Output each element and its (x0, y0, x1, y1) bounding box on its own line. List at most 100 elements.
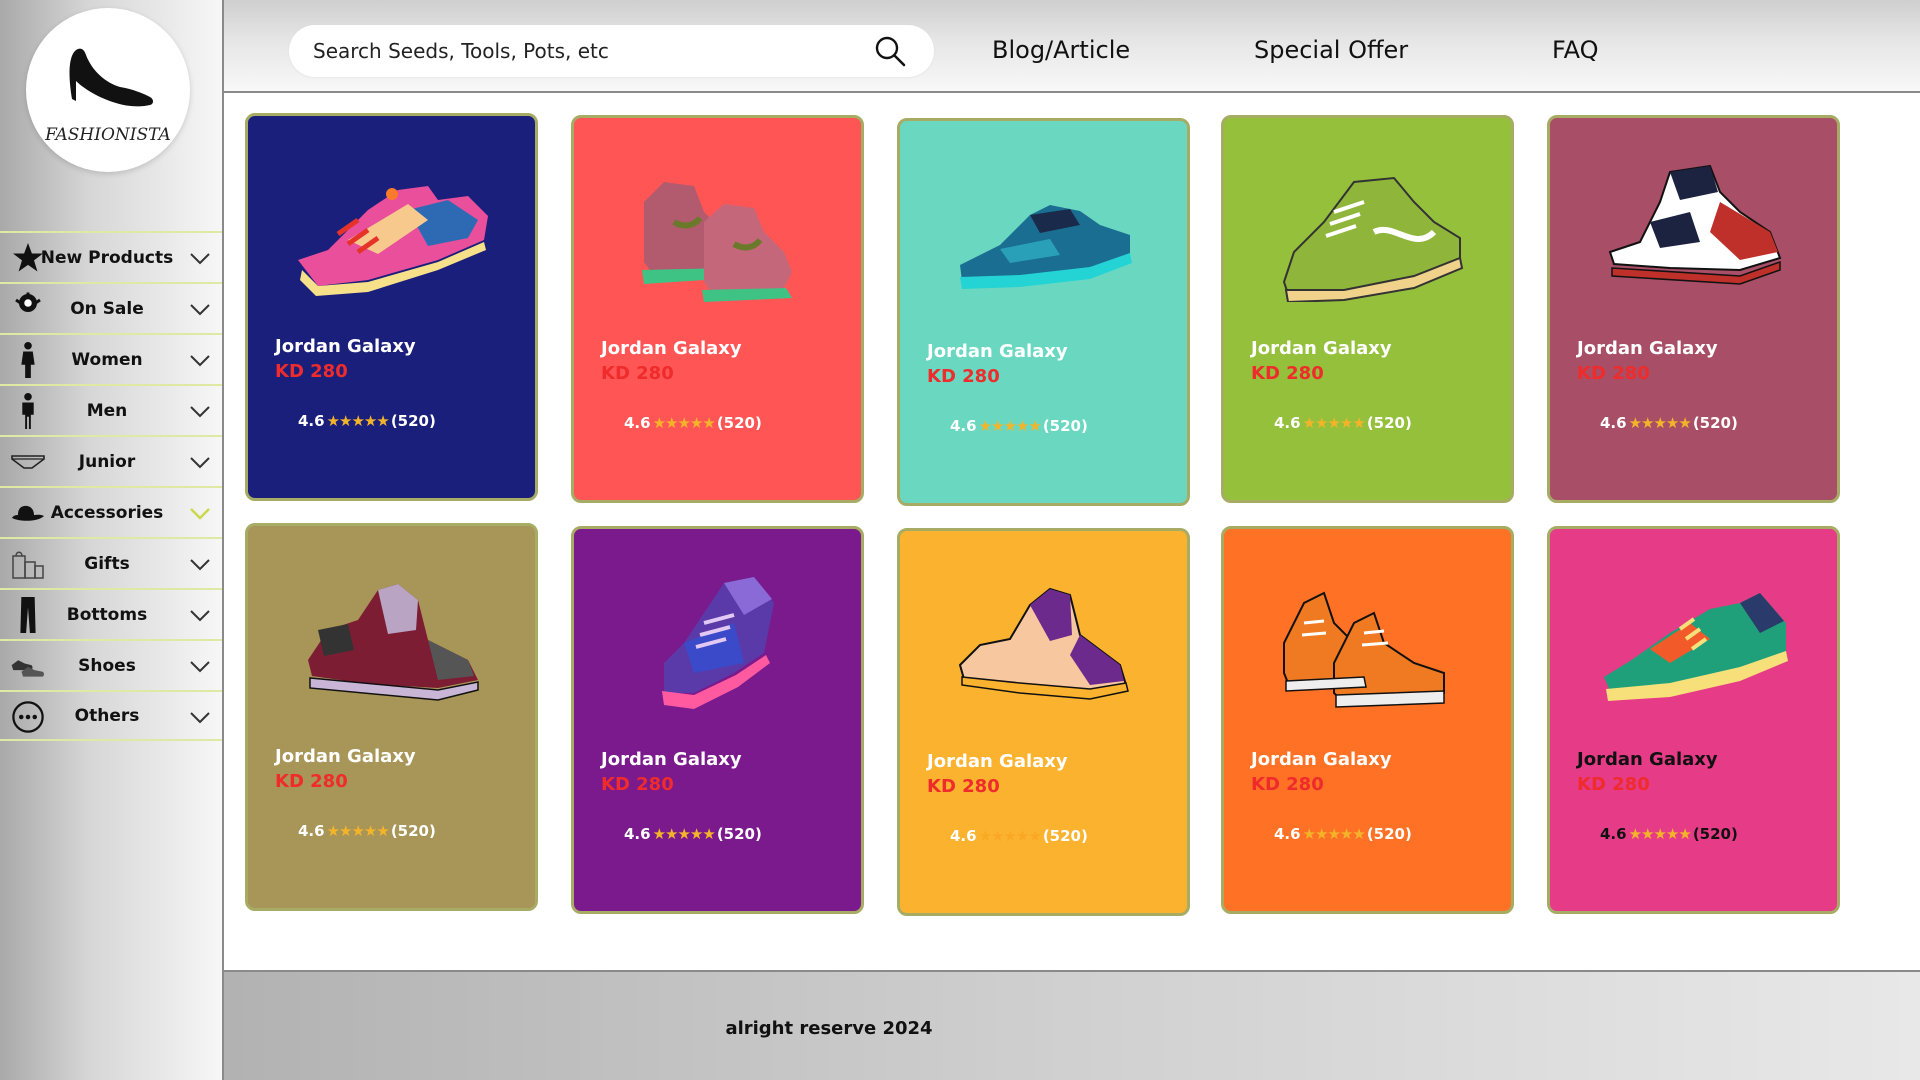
rating-value: 4.6 (298, 822, 325, 840)
sidebar-item-gifts[interactable]: Gifts (0, 537, 222, 588)
product-name: Jordan Galaxy (927, 341, 1068, 362)
product-price: KD 280 (275, 771, 348, 792)
sidebar-item-bottoms[interactable]: Bottoms (0, 588, 222, 639)
nav-special-offer[interactable]: Special Offer (1254, 38, 1408, 62)
brand-name: FASHIONISTA (45, 125, 171, 145)
sidebar-item-label: Junior (78, 451, 136, 472)
product-name: Jordan Galaxy (601, 749, 742, 770)
product-name: Jordan Galaxy (1251, 338, 1392, 359)
rating-value: 4.6 (298, 412, 325, 430)
shoe-image (288, 560, 498, 710)
sidebar-item-new-products[interactable]: New Products (0, 231, 222, 282)
chevron-down-icon[interactable] (188, 349, 212, 371)
sidebar-item-accessories[interactable]: Accessories (0, 486, 222, 537)
product-name: Jordan Galaxy (1577, 338, 1718, 359)
review-count: (520) (716, 825, 762, 843)
sidebar-item-men[interactable]: Men (0, 384, 222, 435)
product-price: KD 280 (1577, 363, 1650, 384)
chevron-down-icon[interactable] (188, 655, 212, 677)
product-price: KD 280 (1577, 774, 1650, 795)
product-card[interactable]: Jordan Galaxy KD 280 4.6 ★★★★★ (520) (571, 115, 864, 503)
sidebar: FASHIONISTA New Products On Sale Women M… (0, 0, 224, 1080)
product-name: Jordan Galaxy (601, 338, 742, 359)
sidebar-item-on-sale[interactable]: On Sale (0, 282, 222, 333)
shoe-image (1264, 563, 1474, 713)
product-price: KD 280 (601, 363, 674, 384)
shoe-image (940, 565, 1150, 715)
chevron-down-icon[interactable] (188, 502, 212, 524)
review-count: (520) (390, 822, 436, 840)
product-rating: 4.6 ★★★★★ (520) (624, 825, 762, 843)
star-rating-icon: ★★★★★ (1628, 825, 1692, 843)
product-card[interactable]: Jordan Galaxy KD 280 4.6 ★★★★★ (520) (245, 113, 538, 501)
chevron-down-icon[interactable] (188, 451, 212, 473)
search-bar[interactable] (289, 25, 934, 77)
chevron-down-icon[interactable] (188, 553, 212, 575)
product-card[interactable]: Jordan Galaxy KD 280 4.6 ★★★★★ (520) (1547, 115, 1840, 503)
rating-value: 4.6 (1274, 414, 1301, 432)
shoe-image (288, 150, 498, 300)
product-card[interactable]: Jordan Galaxy KD 280 4.6 ★★★★★ (520) (1547, 526, 1840, 914)
product-card[interactable]: Jordan Galaxy KD 280 4.6 ★★★★★ (520) (1221, 526, 1514, 914)
shoe-image (614, 152, 824, 302)
brand-logo[interactable]: FASHIONISTA (26, 8, 190, 172)
star-rating-icon: ★★★★★ (1628, 414, 1692, 432)
product-card[interactable]: Jordan Galaxy KD 280 4.6 ★★★★★ (520) (897, 528, 1190, 916)
product-name: Jordan Galaxy (1251, 749, 1392, 770)
nav-faq[interactable]: FAQ (1552, 38, 1599, 62)
chevron-down-icon[interactable] (188, 247, 212, 269)
search-input[interactable] (313, 39, 872, 63)
star-rating-icon: ★★★★★ (978, 827, 1042, 845)
chevron-down-icon[interactable] (188, 298, 212, 320)
product-name: Jordan Galaxy (927, 751, 1068, 772)
product-price: KD 280 (927, 776, 1000, 797)
rating-value: 4.6 (950, 827, 977, 845)
chevron-down-icon[interactable] (188, 706, 212, 728)
review-count: (520) (1366, 825, 1412, 843)
star-rating-icon: ★★★★★ (652, 825, 716, 843)
star-rating-icon: ★★★★★ (1302, 414, 1366, 432)
search-icon[interactable] (872, 33, 908, 69)
sidebar-item-label: Men (86, 400, 128, 421)
product-rating: 4.6 ★★★★★ (520) (1600, 414, 1738, 432)
product-name: Jordan Galaxy (275, 336, 416, 357)
nav-blog-article[interactable]: Blog/Article (992, 38, 1130, 62)
rating-value: 4.6 (624, 825, 651, 843)
sidebar-item-label: Shoes (78, 655, 136, 676)
star-rating-icon: ★★★★★ (1302, 825, 1366, 843)
product-rating: 4.6 ★★★★★ (520) (1274, 825, 1412, 843)
sidebar-item-label: Bottoms (66, 604, 148, 625)
review-count: (520) (1042, 827, 1088, 845)
review-count: (520) (1692, 825, 1738, 843)
sidebar-item-others[interactable]: Others (0, 690, 222, 741)
star-rating-icon: ★★★★★ (326, 822, 390, 840)
product-rating: 4.6 ★★★★★ (520) (1600, 825, 1738, 843)
product-rating: 4.6 ★★★★★ (520) (298, 412, 436, 430)
product-card[interactable]: Jordan Galaxy KD 280 4.6 ★★★★★ (520) (245, 523, 538, 911)
rating-value: 4.6 (950, 417, 977, 435)
chevron-down-icon[interactable] (188, 400, 212, 422)
product-rating: 4.6 ★★★★★ (520) (624, 414, 762, 432)
review-count: (520) (1366, 414, 1412, 432)
sidebar-item-women[interactable]: Women (0, 333, 222, 384)
copyright-text: alright reserve 2024 (725, 1018, 933, 1039)
high-heel-icon (69, 48, 153, 107)
product-price: KD 280 (927, 366, 1000, 387)
shoe-image (614, 563, 824, 713)
product-rating: 4.6 ★★★★★ (520) (950, 417, 1088, 435)
rating-value: 4.6 (1274, 825, 1301, 843)
category-menu: New Products On Sale Women Men Junior Ac… (0, 231, 222, 741)
shoe-image (1590, 152, 1800, 302)
product-card[interactable]: Jordan Galaxy KD 280 4.6 ★★★★★ (520) (1221, 115, 1514, 503)
product-rating: 4.6 ★★★★★ (520) (1274, 414, 1412, 432)
product-card[interactable]: Jordan Galaxy KD 280 4.6 ★★★★★ (520) (571, 526, 864, 914)
sidebar-item-shoes[interactable]: Shoes (0, 639, 222, 690)
sidebar-item-label: Gifts (84, 553, 130, 574)
chevron-down-icon[interactable] (188, 604, 212, 626)
star-rating-icon: ★★★★★ (326, 412, 390, 430)
product-price: KD 280 (601, 774, 674, 795)
sidebar-item-junior[interactable]: Junior (0, 435, 222, 486)
shoe-image (1590, 563, 1800, 713)
product-card[interactable]: Jordan Galaxy KD 280 4.6 ★★★★★ (520) (897, 118, 1190, 506)
product-name: Jordan Galaxy (1577, 749, 1718, 770)
